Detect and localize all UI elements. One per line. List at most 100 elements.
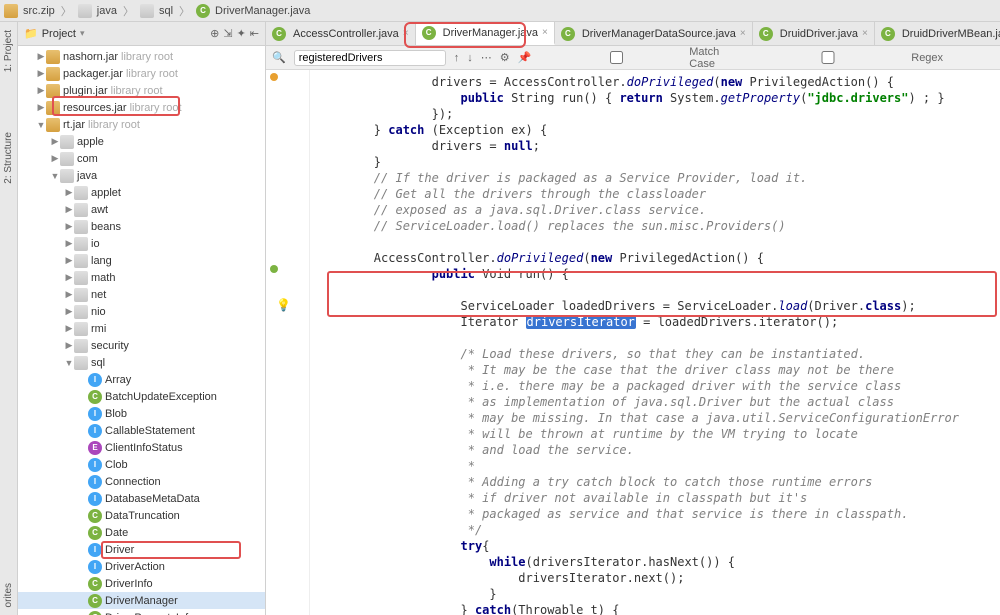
tree-node-awt[interactable]: ▶awt: [18, 201, 265, 218]
tree-node-resources-jar[interactable]: ▶resources.jarlibrary root: [18, 99, 265, 116]
settings-icon[interactable]: ✦: [237, 27, 246, 40]
breadcrumb-segment[interactable]: java: [78, 4, 117, 18]
tree-node-clob[interactable]: IClob: [18, 456, 265, 473]
project-tree[interactable]: ▶nashorn.jarlibrary root▶packager.jarlib…: [18, 46, 265, 615]
code-line[interactable]: driversIterator.next();: [316, 570, 1000, 586]
tree-node-beans[interactable]: ▶beans: [18, 218, 265, 235]
prev-match-icon[interactable]: ↑: [454, 50, 460, 66]
breadcrumb-segment[interactable]: sql: [140, 4, 173, 18]
tab-close-icon[interactable]: ×: [403, 28, 409, 39]
tree-node-date[interactable]: CDate: [18, 524, 265, 541]
filter-icon[interactable]: ⚙: [500, 50, 510, 66]
code-line[interactable]: } catch(Throwable t) {: [316, 602, 1000, 615]
tab-close-icon[interactable]: ×: [740, 28, 746, 39]
next-match-icon[interactable]: ↓: [467, 50, 473, 66]
code-editor[interactable]: drivers = AccessController.doPrivileged(…: [310, 70, 1000, 615]
tree-node-lang[interactable]: ▶lang: [18, 252, 265, 269]
editor-tab-accesscontroller-java[interactable]: CAccessController.java×: [266, 22, 416, 45]
tree-node-drivermanager[interactable]: CDriverManager: [18, 592, 265, 609]
tree-node-clientinfostatus[interactable]: EClientInfoStatus: [18, 439, 265, 456]
sidebar-title[interactable]: 📁Project ▾: [24, 27, 84, 40]
tree-node-driverinfo[interactable]: CDriverInfo: [18, 575, 265, 592]
tree-node-com[interactable]: ▶com: [18, 150, 265, 167]
editor-tab-druiddriver-java[interactable]: CDruidDriver.java×: [753, 22, 875, 45]
code-line[interactable]: * will be thrown at runtime by the VM tr…: [316, 426, 1000, 442]
find-input[interactable]: [294, 50, 446, 66]
editor-gutter[interactable]: 💡: [266, 70, 310, 615]
tree-node-callablestatement[interactable]: ICallableStatement: [18, 422, 265, 439]
code-line[interactable]: /* Load these drivers, so that they can …: [316, 346, 1000, 362]
code-line[interactable]: * It may be the case that the driver cla…: [316, 362, 1000, 378]
tree-node-packager-jar[interactable]: ▶packager.jarlibrary root: [18, 65, 265, 82]
tree-node-driver[interactable]: IDriver: [18, 541, 265, 558]
code-line[interactable]: try{: [316, 538, 1000, 554]
tree-node-sql[interactable]: ▼sql: [18, 354, 265, 371]
code-line[interactable]: // Get all the drivers through the class…: [316, 186, 1000, 202]
breadcrumb-segment[interactable]: src.zip: [4, 4, 55, 18]
code-line[interactable]: * i.e. there may be a packaged driver wi…: [316, 378, 1000, 394]
code-line[interactable]: * may be missing. In that case a java.ut…: [316, 410, 1000, 426]
code-line[interactable]: }: [316, 154, 1000, 170]
code-line[interactable]: } catch (Exception ex) {: [316, 122, 1000, 138]
find-options-icon[interactable]: ⋯: [481, 50, 492, 66]
tree-node-applet[interactable]: ▶applet: [18, 184, 265, 201]
editor-tab-drivermanagerdatasource-java[interactable]: CDriverManagerDataSource.java×: [555, 22, 753, 45]
tree-node-plugin-jar[interactable]: ▶plugin.jarlibrary root: [18, 82, 265, 99]
code-line[interactable]: [316, 234, 1000, 250]
editor-tab-drivermanager-java[interactable]: CDriverManager.java×: [416, 22, 555, 45]
tab-close-icon[interactable]: ×: [862, 28, 868, 39]
tree-node-connection[interactable]: IConnection: [18, 473, 265, 490]
code-line[interactable]: drivers = AccessController.doPrivileged(…: [316, 74, 1000, 90]
tree-node-rmi[interactable]: ▶rmi: [18, 320, 265, 337]
code-line[interactable]: // If the driver is packaged as a Servic…: [316, 170, 1000, 186]
code-line[interactable]: public Void run() {: [316, 266, 1000, 282]
code-line[interactable]: * if driver not available in classpath b…: [316, 490, 1000, 506]
editor-tab-druiddrivermbean-java[interactable]: CDruidDriverMBean.java×: [875, 22, 1000, 45]
tree-node-blob[interactable]: IBlob: [18, 405, 265, 422]
tree-node-security[interactable]: ▶security: [18, 337, 265, 354]
tree-node-nio[interactable]: ▶nio: [18, 303, 265, 320]
code-line[interactable]: while(driversIterator.hasNext()) {: [316, 554, 1000, 570]
collapse-icon[interactable]: ⇲: [223, 27, 232, 40]
tree-node-driverpropertyinfo[interactable]: CDriverPropertyInfo: [18, 609, 265, 615]
code-line[interactable]: [316, 282, 1000, 298]
code-line[interactable]: * as implementation of java.sql.Driver b…: [316, 394, 1000, 410]
tree-node-driveraction[interactable]: IDriverAction: [18, 558, 265, 575]
code-line[interactable]: * and load the service.: [316, 442, 1000, 458]
match-case-checkbox[interactable]: Match Case: [547, 46, 740, 70]
pin-icon[interactable]: 📌: [518, 50, 532, 66]
code-line[interactable]: ServiceLoader loadedDrivers = ServiceLoa…: [316, 298, 1000, 314]
project-tool-tab[interactable]: 1: Project: [3, 30, 14, 72]
tree-node-net[interactable]: ▶net: [18, 286, 265, 303]
structure-tool-tab[interactable]: 2: Structure: [3, 132, 14, 184]
code-line[interactable]: public String run() { return System.getP…: [316, 90, 1000, 106]
tree-node-rt-jar[interactable]: ▼rt.jarlibrary root: [18, 116, 265, 133]
intention-bulb-icon[interactable]: 💡: [276, 298, 291, 312]
scroll-to-icon[interactable]: ⊕: [210, 27, 219, 40]
code-line[interactable]: *: [316, 458, 1000, 474]
tree-node-array[interactable]: IArray: [18, 371, 265, 388]
breadcrumb-segment[interactable]: CDriverManager.java: [196, 4, 310, 18]
tree-node-apple[interactable]: ▶apple: [18, 133, 265, 150]
code-line[interactable]: }: [316, 586, 1000, 602]
code-line[interactable]: * packaged as service and that service i…: [316, 506, 1000, 522]
code-line[interactable]: drivers = null;: [316, 138, 1000, 154]
code-line[interactable]: // ServiceLoader.load() replaces the sun…: [316, 218, 1000, 234]
favorites-tool-tab[interactable]: orites: [3, 583, 14, 607]
code-line[interactable]: * Adding a try catch block to catch thos…: [316, 474, 1000, 490]
code-line[interactable]: Iterator driversIterator = loadedDrivers…: [316, 314, 1000, 330]
tree-node-databasemetadata[interactable]: IDatabaseMetaData: [18, 490, 265, 507]
search-icon[interactable]: 🔍: [272, 50, 286, 66]
code-line[interactable]: });: [316, 106, 1000, 122]
tree-node-batchupdateexception[interactable]: CBatchUpdateException: [18, 388, 265, 405]
code-line[interactable]: */: [316, 522, 1000, 538]
code-line[interactable]: AccessController.doPrivileged(new Privil…: [316, 250, 1000, 266]
code-line[interactable]: [316, 330, 1000, 346]
code-line[interactable]: // exposed as a java.sql.Driver.class se…: [316, 202, 1000, 218]
tree-node-math[interactable]: ▶math: [18, 269, 265, 286]
regex-checkbox[interactable]: Regex: [748, 51, 943, 64]
hide-icon[interactable]: ⇤: [250, 27, 259, 40]
words-checkbox[interactable]: Words: [951, 51, 1000, 64]
tree-node-datatruncation[interactable]: CDataTruncation: [18, 507, 265, 524]
tree-node-io[interactable]: ▶io: [18, 235, 265, 252]
